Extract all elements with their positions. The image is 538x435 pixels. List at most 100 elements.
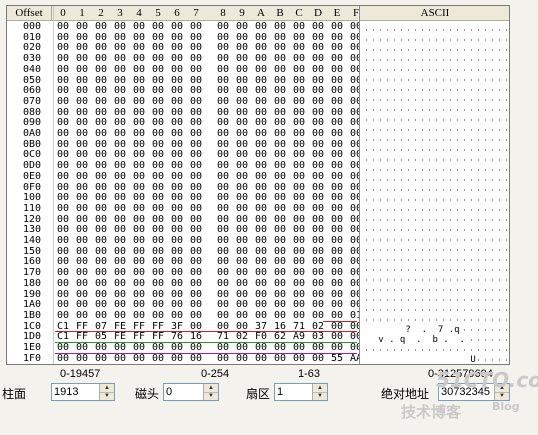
hex-byte[interactable]: 00 bbox=[151, 353, 165, 364]
hex-byte[interactable]: 00 bbox=[235, 225, 249, 235]
hex-byte[interactable]: 00 bbox=[113, 139, 127, 150]
hex-byte[interactable]: 00 bbox=[330, 139, 344, 150]
hex-byte[interactable]: 00 bbox=[292, 150, 306, 160]
hex-byte[interactable]: 00 bbox=[292, 86, 306, 96]
hex-byte[interactable]: 00 bbox=[151, 246, 165, 257]
hex-byte[interactable]: C1 bbox=[56, 321, 70, 332]
hex-byte[interactable]: 00 bbox=[235, 171, 249, 182]
hex-byte[interactable]: 00 bbox=[113, 129, 127, 139]
hex-byte[interactable]: 00 bbox=[292, 214, 306, 225]
hex-byte[interactable]: 00 bbox=[216, 32, 230, 43]
hex-byte[interactable]: 00 bbox=[273, 43, 287, 53]
hex-byte[interactable]: 00 bbox=[94, 278, 108, 289]
hex-byte[interactable]: 00 bbox=[170, 129, 184, 139]
hex-byte[interactable]: 00 bbox=[75, 150, 89, 160]
hex-byte[interactable]: 00 bbox=[94, 225, 108, 235]
hex-byte[interactable]: 00 bbox=[132, 225, 146, 235]
hex-byte[interactable]: 00 bbox=[94, 86, 108, 96]
hex-byte[interactable]: 00 bbox=[132, 171, 146, 182]
hex-byte[interactable]: 00 bbox=[56, 171, 70, 182]
hex-byte[interactable]: 00 bbox=[151, 86, 165, 96]
hex-byte[interactable]: 00 bbox=[56, 139, 70, 150]
hex-byte[interactable]: 00 bbox=[170, 139, 184, 150]
hex-byte[interactable]: 00 bbox=[254, 257, 268, 267]
hex-byte[interactable]: 00 bbox=[330, 278, 344, 289]
hex-byte[interactable]: 00 bbox=[292, 289, 306, 300]
hex-byte[interactable]: 00 bbox=[151, 75, 165, 86]
hex-byte[interactable]: 00 bbox=[94, 300, 108, 310]
hex-byte[interactable]: 55 bbox=[330, 353, 344, 364]
hex-byte[interactable]: 00 bbox=[273, 225, 287, 235]
hex-byte[interactable]: 00 bbox=[113, 353, 127, 364]
hex-byte[interactable]: 00 bbox=[189, 75, 203, 86]
hex-byte[interactable]: 00 bbox=[311, 96, 325, 107]
hex-byte[interactable]: 00 bbox=[330, 64, 344, 75]
hex-byte[interactable]: 00 bbox=[292, 300, 306, 310]
hex-byte[interactable]: 00 bbox=[311, 161, 325, 171]
hex-byte[interactable]: 00 bbox=[75, 203, 89, 214]
hex-byte[interactable]: 00 bbox=[216, 118, 230, 128]
hex-byte[interactable]: 00 bbox=[113, 193, 127, 203]
hex-byte[interactable]: 00 bbox=[235, 321, 249, 332]
hex-byte[interactable]: 00 bbox=[132, 310, 146, 321]
hex-byte[interactable]: 00 bbox=[113, 225, 127, 235]
hex-byte[interactable]: 00 bbox=[113, 86, 127, 96]
hex-byte[interactable]: 00 bbox=[113, 118, 127, 128]
hex-byte[interactable]: 00 bbox=[75, 107, 89, 118]
hex-byte[interactable]: 00 bbox=[56, 150, 70, 160]
hex-byte[interactable]: 00 bbox=[75, 193, 89, 203]
hex-byte[interactable]: 00 bbox=[216, 203, 230, 214]
hex-byte[interactable]: 00 bbox=[56, 268, 70, 278]
head-spinbox[interactable]: 0 ▲ ▼ bbox=[163, 383, 219, 401]
hex-byte[interactable]: 00 bbox=[75, 310, 89, 321]
hex-byte[interactable]: 00 bbox=[235, 289, 249, 300]
hex-byte[interactable]: 00 bbox=[235, 150, 249, 160]
hex-byte[interactable]: 00 bbox=[189, 300, 203, 310]
hex-byte[interactable]: 00 bbox=[170, 236, 184, 246]
hex-byte[interactable]: 00 bbox=[94, 171, 108, 182]
hex-byte[interactable]: 00 bbox=[292, 54, 306, 64]
hex-byte[interactable]: 00 bbox=[216, 353, 230, 364]
hex-byte[interactable]: 00 bbox=[254, 203, 268, 214]
hex-byte[interactable]: 00 bbox=[235, 107, 249, 118]
hex-byte[interactable]: 00 bbox=[189, 278, 203, 289]
hex-byte[interactable]: 00 bbox=[113, 22, 127, 32]
hex-byte[interactable]: 3F bbox=[170, 321, 184, 332]
hex-byte[interactable]: 00 bbox=[94, 32, 108, 43]
hex-byte[interactable]: 00 bbox=[189, 289, 203, 300]
hex-byte[interactable]: 00 bbox=[216, 310, 230, 321]
hex-byte[interactable]: 00 bbox=[113, 64, 127, 75]
hex-byte[interactable]: 00 bbox=[132, 182, 146, 193]
hex-byte[interactable]: 00 bbox=[254, 214, 268, 225]
hex-byte[interactable]: 00 bbox=[273, 289, 287, 300]
hex-byte[interactable]: 00 bbox=[254, 118, 268, 128]
hex-byte[interactable]: 02 bbox=[235, 332, 249, 342]
hex-byte[interactable]: 00 bbox=[151, 32, 165, 43]
hex-byte[interactable]: 00 bbox=[330, 118, 344, 128]
hex-byte[interactable]: 00 bbox=[75, 161, 89, 171]
hex-byte[interactable]: FE bbox=[113, 321, 127, 332]
hex-byte[interactable]: 00 bbox=[113, 300, 127, 310]
hex-byte[interactable]: 00 bbox=[330, 22, 344, 32]
hex-byte[interactable]: 00 bbox=[151, 225, 165, 235]
hex-byte[interactable]: 00 bbox=[189, 64, 203, 75]
hex-byte[interactable]: 00 bbox=[94, 54, 108, 64]
hex-byte[interactable]: 00 bbox=[113, 278, 127, 289]
hex-byte[interactable]: 00 bbox=[216, 75, 230, 86]
hex-byte[interactable]: 00 bbox=[94, 118, 108, 128]
hex-byte[interactable]: C1 bbox=[56, 332, 70, 342]
hex-byte[interactable]: 00 bbox=[330, 225, 344, 235]
hex-byte[interactable]: 00 bbox=[311, 75, 325, 86]
absolute-address-value[interactable]: 30732345 bbox=[441, 386, 490, 398]
hex-byte[interactable]: 00 bbox=[292, 343, 306, 353]
hex-byte[interactable]: 00 bbox=[56, 353, 70, 364]
hex-byte[interactable]: 00 bbox=[170, 278, 184, 289]
hex-byte[interactable]: 00 bbox=[151, 107, 165, 118]
hex-byte[interactable]: 00 bbox=[235, 203, 249, 214]
hex-grid[interactable]: Offset 0123456789ABCDEF 000 00 00 00 00 00 00 0… bbox=[7, 6, 362, 364]
hex-byte[interactable]: 00 bbox=[311, 246, 325, 257]
hex-byte[interactable]: 00 bbox=[170, 43, 184, 53]
hex-byte[interactable]: 00 bbox=[235, 310, 249, 321]
hex-byte[interactable]: FF bbox=[75, 332, 89, 342]
hex-byte[interactable]: 00 bbox=[151, 139, 165, 150]
